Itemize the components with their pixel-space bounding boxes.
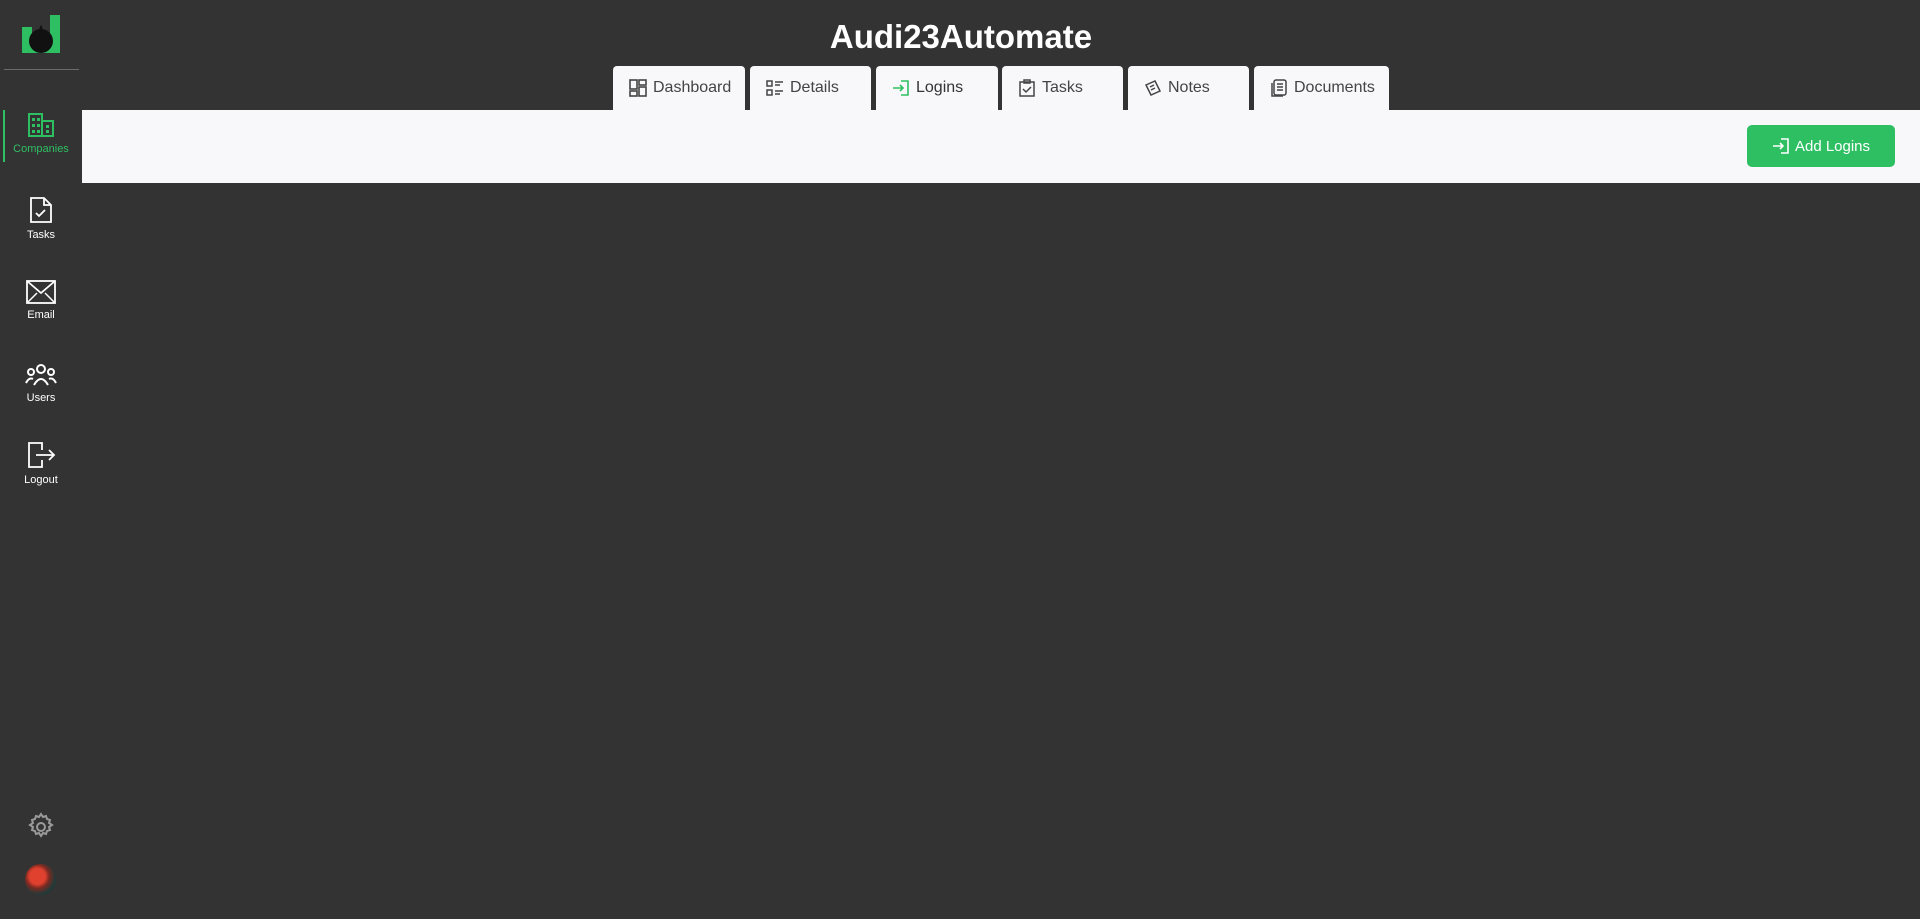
login-icon xyxy=(893,80,909,96)
users-icon xyxy=(25,364,57,386)
toolbar xyxy=(82,110,1920,183)
tab-label: Tasks xyxy=(1042,79,1083,96)
avatar[interactable] xyxy=(25,864,56,895)
add-logins-button[interactable]: Add Logins xyxy=(1747,125,1895,167)
tab-documents[interactable]: Documents xyxy=(1254,66,1389,110)
tab-label: Details xyxy=(790,79,839,96)
add-logins-label: Add Logins xyxy=(1794,137,1871,155)
logout-icon xyxy=(28,442,56,468)
documents-icon xyxy=(1271,79,1287,97)
page-title: Audi23Automate xyxy=(829,18,1093,55)
envelope-icon xyxy=(26,280,56,304)
tab-tasks[interactable]: Tasks xyxy=(1002,66,1123,110)
sidebar: Companies Tasks Email Users Logout xyxy=(0,0,82,919)
sidebar-item-companies[interactable]: Companies xyxy=(0,112,82,182)
sidebar-item-email[interactable]: Email xyxy=(0,280,82,350)
tab-label: Documents xyxy=(1294,79,1375,96)
login-icon xyxy=(1772,138,1789,154)
tab-label: Logins xyxy=(916,79,964,96)
gear-icon[interactable] xyxy=(26,812,56,842)
logo[interactable] xyxy=(4,0,79,70)
sidebar-item-tasks[interactable]: Tasks xyxy=(0,196,82,266)
sidebar-item-label: Users xyxy=(26,392,56,404)
sidebar-item-users[interactable]: Users xyxy=(0,363,82,433)
tab-label: Notes xyxy=(1168,79,1210,96)
tab-dashboard[interactable]: Dashboard xyxy=(613,66,745,110)
sidebar-item-logout[interactable]: Logout xyxy=(0,441,82,511)
tab-details[interactable]: Details xyxy=(750,66,871,110)
logo-icon xyxy=(22,15,60,53)
task-file-icon xyxy=(30,197,52,223)
dashboard-icon xyxy=(629,79,647,97)
sidebar-item-label: Email xyxy=(27,309,55,321)
clipboard-check-icon xyxy=(1019,79,1035,97)
details-list-icon xyxy=(766,80,783,96)
building-icon xyxy=(28,113,54,137)
notes-icon xyxy=(1144,80,1162,96)
sidebar-item-label: Companies xyxy=(13,143,69,155)
sidebar-item-label: Tasks xyxy=(26,229,56,241)
tab-label: Dashboard xyxy=(653,79,732,96)
sidebar-item-label: Logout xyxy=(24,474,58,486)
tab-logins[interactable]: Logins xyxy=(876,66,998,110)
tab-notes[interactable]: Notes xyxy=(1128,66,1249,110)
